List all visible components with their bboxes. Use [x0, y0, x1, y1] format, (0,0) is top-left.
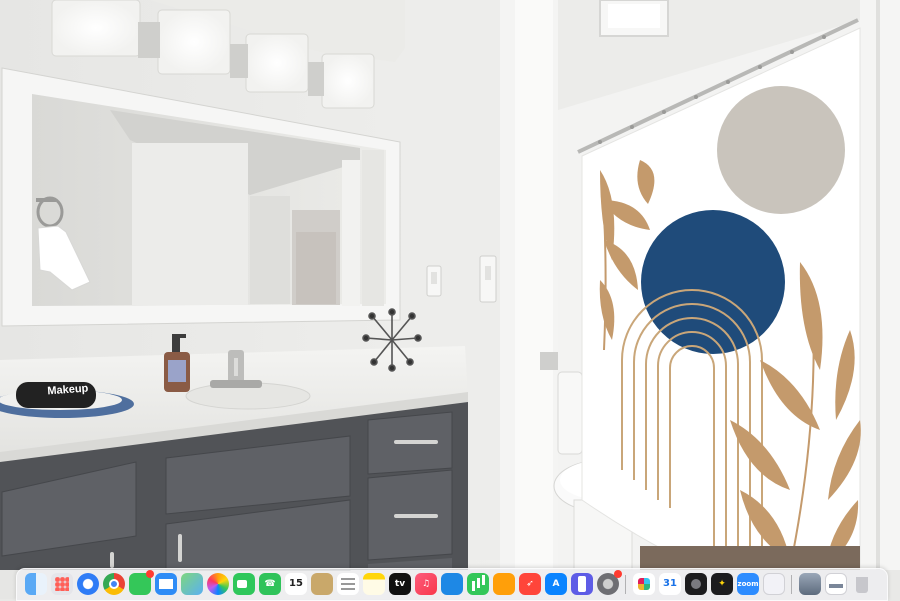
slack-icon[interactable] — [633, 573, 655, 595]
tv-label: tv — [394, 578, 406, 589]
contacts-icon[interactable] — [311, 573, 333, 595]
calendar-2-icon[interactable]: 31 — [659, 573, 681, 595]
phone-icon[interactable]: ☎ — [259, 573, 281, 595]
calendar-icon[interactable]: 15 — [285, 573, 307, 595]
finder-icon[interactable] — [25, 573, 47, 595]
music-icon[interactable]: ♫ — [415, 573, 437, 595]
messages-badge — [146, 570, 154, 578]
zoom-label: zoom — [737, 579, 759, 588]
system-preferences-badge — [614, 570, 622, 578]
calendar-day-left: 15 — [289, 578, 303, 589]
numbers-icon[interactable] — [467, 573, 489, 595]
launchpad-icon[interactable] — [51, 573, 73, 595]
simulator-icon[interactable] — [571, 573, 593, 595]
rocket-icon[interactable]: ➶ — [519, 573, 541, 595]
tv-icon[interactable]: tv — [389, 573, 411, 595]
dock-separator-2 — [791, 575, 792, 594]
app-store-icon[interactable]: A — [545, 573, 567, 595]
photos-icon[interactable] — [207, 573, 229, 595]
mail-icon[interactable] — [155, 573, 177, 595]
dock: ☎ 15 tv ♫ ➶ A 31 ✦ zoom — [16, 568, 888, 601]
calendar-day-right: 31 — [663, 578, 677, 589]
bathroom-photo — [0, 0, 900, 599]
keynote-icon[interactable] — [441, 573, 463, 595]
chrome-icon[interactable] — [103, 573, 125, 595]
screenshot-icon[interactable] — [685, 573, 707, 595]
reminders-icon[interactable] — [337, 573, 359, 595]
app-sparkle-icon[interactable]: ✦ — [711, 573, 733, 595]
notes-icon[interactable] — [363, 573, 385, 595]
maps-icon[interactable] — [181, 573, 203, 595]
trash-icon[interactable] — [851, 573, 873, 595]
desktop-window-2-icon[interactable] — [825, 573, 847, 595]
dock-separator — [625, 575, 626, 594]
facetime-icon[interactable] — [233, 573, 255, 595]
system-preferences-icon[interactable] — [597, 570, 622, 595]
preview-icon[interactable] — [763, 573, 785, 595]
safari-icon[interactable] — [77, 573, 99, 595]
zoom-icon[interactable]: zoom — [737, 573, 759, 595]
desktop-window-1-icon[interactable] — [799, 573, 821, 595]
pages-icon[interactable] — [493, 573, 515, 595]
messages-icon[interactable] — [129, 570, 154, 595]
